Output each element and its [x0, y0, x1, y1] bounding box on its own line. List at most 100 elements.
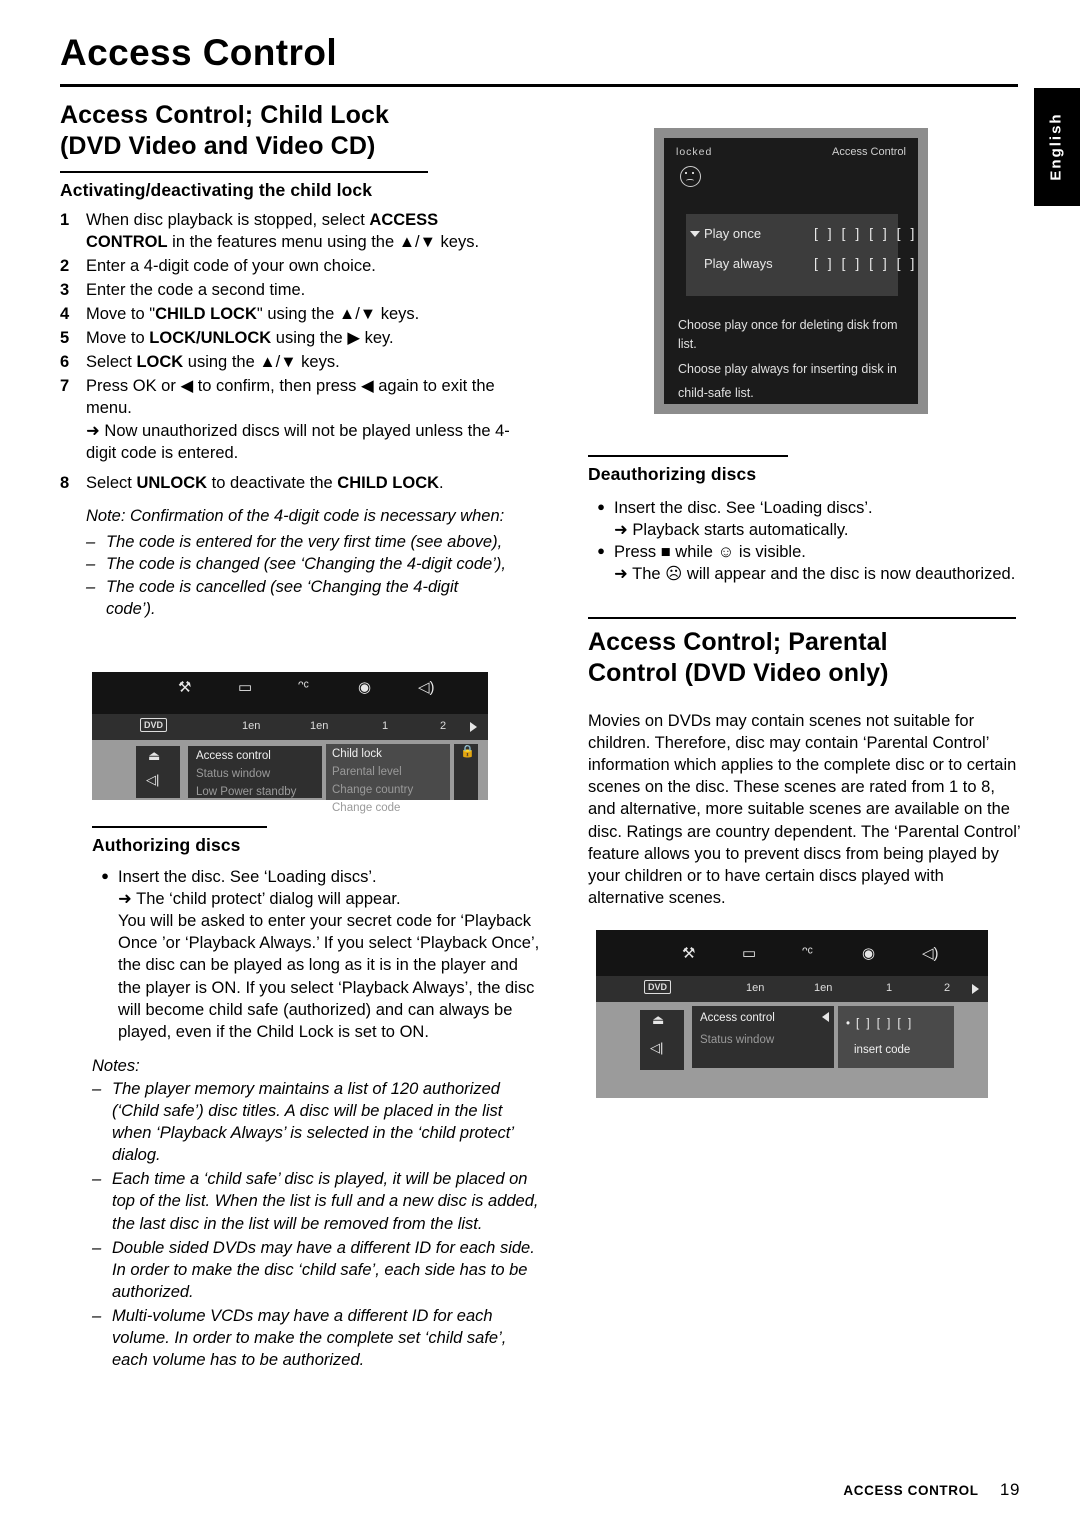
dvd-tag: DVD [644, 980, 672, 994]
osd-icon-row: ⚒ ▭ ᵔᶜ ◉ ◁) [596, 930, 988, 972]
step-item: 8 Select UNLOCK to deactivate the CHILD … [60, 473, 512, 495]
subheading-divider-2 [92, 826, 267, 828]
heading-line-2: Control (DVD Video only) [588, 658, 889, 687]
bullet-text: Insert the disc. See ‘Loading discs’. [614, 499, 873, 517]
bullet-item: ● Insert the disc. See ‘Loading discs’. [588, 497, 1020, 519]
mute-icon: ◁| [650, 1040, 664, 1055]
bullet-text: Press ■ while ☺ is visible. [614, 543, 806, 562]
eject-icon: ⏏ [652, 1012, 665, 1027]
osd-menu-item: Access control [196, 750, 271, 762]
dash-marker: – [92, 1306, 102, 1325]
bullet-marker: ● [101, 868, 109, 883]
mute-icon: ◁| [146, 772, 160, 787]
osd-code-dot: • [846, 1018, 851, 1030]
language-tab-label: English [1047, 112, 1065, 181]
note-item: – The code is changed (see ‘Changing the… [86, 553, 512, 575]
notes-item: – Double sided DVDs may have a different… [92, 1237, 544, 1303]
osd-status-label: 1en [746, 982, 765, 994]
step-text: Select LOCK using the ▲/▼ keys. [86, 352, 340, 371]
title-divider [60, 84, 1018, 87]
note-item-text: The code is changed (see ‘Changing the 4… [106, 555, 506, 574]
heading-line-2: (DVD Video and Video CD) [60, 131, 376, 160]
notes-item-text: Each time a ‘child safe’ disc is played,… [112, 1170, 539, 1233]
note-item-text: The code is entered for the very first t… [106, 533, 503, 552]
subheading-activating: Activating/deactivating the child lock [60, 180, 373, 200]
osd-menu-item: Low Power standby [196, 786, 297, 798]
osd-access-control-label: Access Control [832, 146, 906, 158]
dash-marker: – [86, 555, 96, 574]
osd-icon-row: ⚒ ▭ ᵔᶜ ◉ ◁) [92, 672, 488, 714]
step-text: Enter the code a second time. [86, 280, 306, 299]
osd-status-label: 1en [814, 982, 833, 994]
osd-status-label: 1en [242, 720, 261, 732]
step-number: 7 [60, 376, 70, 395]
language-tab: English [1034, 88, 1080, 206]
osd-child-protect-dialog: locked Access Control Play once [ ] [ ] … [654, 128, 928, 414]
osd-menu-item: Parental level [332, 766, 402, 778]
osd-status-label: 1en [310, 720, 329, 732]
bullet-item: ● Press ■ while ☺ is visible. [588, 541, 1020, 563]
right-column-parental: Access Control; Parental Control (DVD Vi… [588, 617, 1020, 909]
dvd-tag: DVD [140, 718, 168, 732]
osd-option-label: Play once [704, 226, 762, 241]
notes-item-text: Double sided DVDs may have a different I… [112, 1238, 535, 1301]
osd-caption-2: Choose play always for inserting disk in [678, 362, 897, 376]
bullet-text: Insert the disc. See ‘Loading discs’. [118, 868, 377, 886]
footer-page-number: 19 [999, 1480, 1020, 1499]
dash-marker: – [86, 533, 96, 552]
step-text: Select UNLOCK to deactivate the CHILD LO… [86, 474, 444, 493]
notes-item-text: The player memory maintains a list of 12… [112, 1079, 514, 1165]
volume-icon: ◁) [418, 679, 435, 696]
step-number: 6 [60, 352, 70, 371]
notes-item: – Multi-volume VCDs may have a different… [92, 1305, 544, 1371]
subheading-deauthorizing: Deauthorizing discs [588, 464, 757, 484]
tools-icon: ⚒ [178, 679, 192, 696]
tools-icon: ⚒ [682, 945, 696, 962]
osd-menu-screenshot-2: ⚒ ▭ ᵔᶜ ◉ ◁) DVD 1en 1en 1 2 ⏏ ◁| Access … [596, 930, 988, 1098]
left-column: Access Control; Child Lock (DVD Video an… [60, 100, 512, 620]
osd-status-label: 1 [382, 720, 389, 732]
subtitle-icon: ▭ [742, 945, 757, 962]
dash-marker: – [92, 1079, 102, 1098]
note-item: – The code is cancelled (see ‘Changing t… [86, 576, 512, 620]
step-number: 5 [60, 328, 70, 347]
bullet-marker: ● [597, 543, 605, 559]
osd-status-label: 2 [944, 982, 951, 994]
parental-paragraph: Movies on DVDs may contain scenes not su… [588, 712, 1020, 907]
osd-code-boxes: [ ] [ ] [ ] [856, 1018, 914, 1030]
osd-menu-item: Status window [700, 1034, 775, 1046]
subtitle-icon: ▭ [238, 679, 253, 696]
authorizing-paragraph: You will be asked to enter your secret c… [118, 912, 540, 1041]
osd-option-play-always: Play always [704, 256, 773, 271]
sad-face-icon [680, 166, 701, 187]
osd-menu-item: Access control [700, 1012, 775, 1024]
step-text: Press OK or ◀ to confirm, then press ◀ a… [86, 376, 495, 417]
osd-menu-item: Child lock [332, 748, 382, 760]
page-title: Access Control [60, 32, 338, 73]
osd-menu-screenshot-1: ⚒ ▭ ᵔᶜ ◉ ◁) DVD 1en 1en 1 2 ⏏ ◁| Access … [92, 672, 488, 814]
osd-caption-1: Choose play once for deleting disk from … [678, 318, 898, 351]
left-column-part2: Authorizing discs ● Insert the disc. See… [92, 826, 544, 1371]
osd-caption-3: child-safe list. [678, 386, 754, 400]
step-item: 2 Enter a 4-digit code of your own choic… [60, 256, 512, 278]
step-7-result: ➜ Now unauthorized discs will not be pla… [86, 422, 510, 463]
subheading-authorizing: Authorizing discs [92, 835, 241, 855]
heading-line-1: Access Control; Child Lock [60, 101, 390, 129]
step-item: 7 Press OK or ◀ to confirm, then press ◀… [60, 376, 512, 420]
notes-item-text: Multi-volume VCDs may have a different I… [112, 1306, 507, 1370]
step-item: 5 Move to LOCK/UNLOCK using the ▶ key. [60, 328, 512, 350]
lock-icon: 🔒 [460, 744, 475, 758]
steps-list: 1 When disc playback is stopped, select … [60, 210, 512, 495]
step-number: 8 [60, 474, 70, 493]
document-page: Access Control English Access Control; C… [0, 0, 1080, 1528]
right-column-deauth: Deauthorizing discs ● Insert the disc. S… [588, 455, 1020, 585]
osd-status-label: 2 [440, 720, 447, 732]
note-item: – The code is entered for the very first… [86, 531, 512, 553]
bullet-result: ➜ Playback starts automatically. [614, 521, 849, 540]
step-number: 4 [60, 304, 70, 323]
subheading-divider-1 [60, 171, 428, 173]
step-text: When disc playback is stopped, select AC… [86, 211, 480, 251]
osd-status-label: 1 [886, 982, 893, 994]
step-item: 6 Select LOCK using the ▲/▼ keys. [60, 352, 512, 374]
osd-option-play-once: Play once [690, 226, 762, 241]
